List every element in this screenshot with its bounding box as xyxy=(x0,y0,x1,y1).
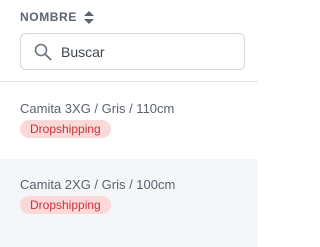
product-name: Camita 2XG / Gris / 100cm xyxy=(20,177,176,192)
column-header-nombre[interactable]: NOMBRE xyxy=(20,8,246,26)
list-item[interactable]: Camita 3XG / Gris / 110cm Dropshipping xyxy=(0,82,258,159)
list-item[interactable]: Camita 2XG / Gris / 100cm Dropshipping xyxy=(0,159,258,247)
column-header-label: NOMBRE xyxy=(20,10,77,24)
status-badge: Dropshipping xyxy=(20,120,111,138)
search-box[interactable] xyxy=(20,33,245,70)
product-rows: Camita 3XG / Gris / 110cm Dropshipping C… xyxy=(0,82,258,247)
search-icon xyxy=(21,43,57,61)
search-input[interactable] xyxy=(57,43,227,60)
product-list-panel: NOMBRE Camita 3XG / Gris / 110cm Dropshi… xyxy=(0,0,258,247)
sort-updown-icon[interactable] xyxy=(83,10,94,24)
list-header: NOMBRE xyxy=(0,0,258,82)
product-name: Camita 3XG / Gris / 110cm xyxy=(20,101,175,116)
status-badge: Dropshipping xyxy=(20,196,111,214)
